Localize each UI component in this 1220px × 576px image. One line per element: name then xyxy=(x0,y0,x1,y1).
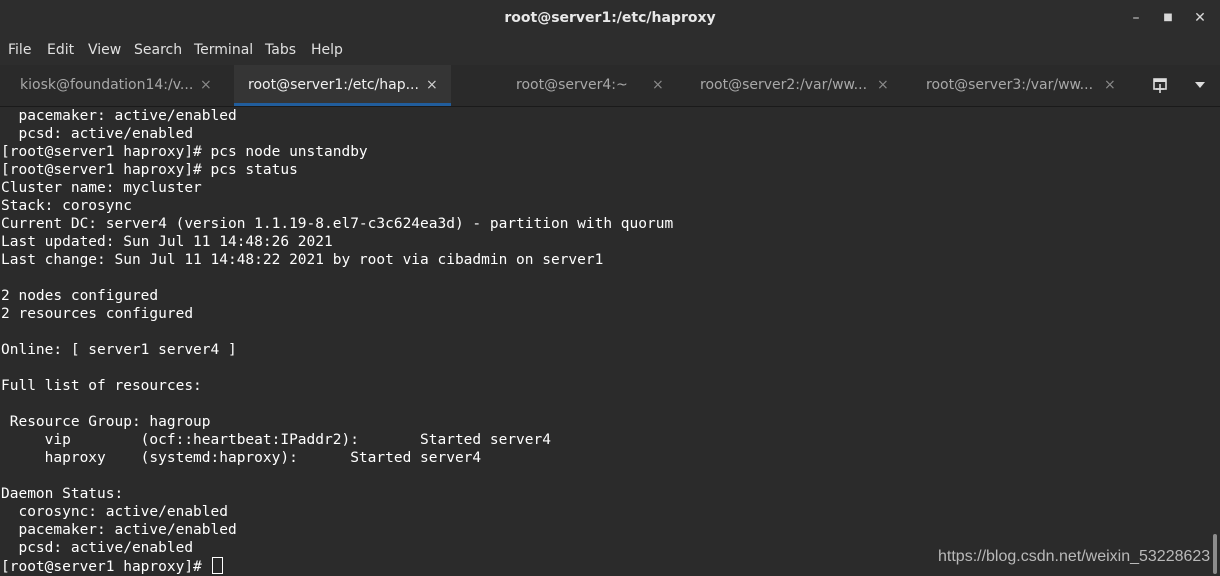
window-title: root@server1:/etc/haproxy xyxy=(504,10,716,26)
terminal-line: Daemon Status: xyxy=(1,486,124,502)
terminal-line: vip (ocf::heartbeat:IPaddr2): Started se… xyxy=(1,432,551,448)
tab-label: root@server3:/var/ww... xyxy=(926,77,1094,93)
terminal-line: pcsd: active/enabled xyxy=(1,540,194,556)
terminal-line: Stack: corosync xyxy=(1,198,132,214)
terminal-line: pacemaker: active/enabled xyxy=(1,522,237,538)
tab-close-icon[interactable]: × xyxy=(877,65,889,106)
tab-root-server2[interactable]: root@server2:/var/ww... × xyxy=(676,65,902,106)
menu-file[interactable]: File xyxy=(7,36,32,65)
terminal-line: corosync: active/enabled xyxy=(1,504,228,520)
chevron-down-icon[interactable] xyxy=(1188,73,1212,97)
terminal-line: Current DC: server4 (version 1.1.19-8.el… xyxy=(1,216,674,232)
tab-label: kiosk@foundation14:/v... xyxy=(20,77,194,93)
terminal-line: [root@server1 haproxy]# pcs status xyxy=(1,162,298,178)
terminal-prompt: [root@server1 haproxy]# xyxy=(1,559,211,575)
window-titlebar: root@server1:/etc/haproxy – ■ ✕ xyxy=(0,0,1220,37)
terminal-line: Resource Group: hagroup xyxy=(1,414,211,430)
terminal-line: haproxy (systemd:haproxy): Started serve… xyxy=(1,450,482,466)
terminal-line: 2 nodes configured xyxy=(1,288,159,304)
terminal-line: Cluster name: mycluster xyxy=(1,180,202,196)
terminal-line: [root@server1 haproxy]# pcs node unstand… xyxy=(1,144,368,160)
terminal-line: Last change: Sun Jul 11 14:48:22 2021 by… xyxy=(1,252,604,268)
menu-edit[interactable]: Edit xyxy=(46,36,75,65)
watermark: https://blog.csdn.net/weixin_53228623 xyxy=(938,548,1211,565)
active-tab-indicator xyxy=(234,103,451,106)
close-icon[interactable]: ✕ xyxy=(1188,6,1212,30)
terminal-scrollbar[interactable] xyxy=(1210,107,1220,576)
terminal-line: Last updated: Sun Jul 11 14:48:26 2021 xyxy=(1,234,333,250)
new-tab-icon[interactable] xyxy=(1148,73,1172,97)
terminal-line: Full list of resources: xyxy=(1,378,202,394)
terminal-prompt-line[interactable]: [root@server1 haproxy]# xyxy=(1,557,223,575)
terminal-output[interactable]: pacemaker: active/enabled pcsd: active/e… xyxy=(0,107,1210,576)
minimize-icon[interactable]: – xyxy=(1124,6,1148,30)
menu-search[interactable]: Search xyxy=(133,36,183,65)
scrollbar-thumb[interactable] xyxy=(1213,534,1217,574)
maximize-icon[interactable]: ■ xyxy=(1156,6,1180,30)
tab-root-server3[interactable]: root@server3:/var/ww... × xyxy=(902,65,1128,106)
menu-terminal[interactable]: Terminal xyxy=(193,36,254,65)
menu-tabs[interactable]: Tabs xyxy=(264,36,297,65)
terminal-line: Online: [ server1 server4 ] xyxy=(1,342,237,358)
tab-label: root@server1:/etc/hap... xyxy=(248,77,419,93)
tab-close-icon[interactable]: × xyxy=(200,65,212,106)
terminal-line: pcsd: active/enabled xyxy=(1,126,194,142)
menu-view[interactable]: View xyxy=(87,36,122,65)
tab-root-server1[interactable]: root@server1:/etc/hap... × xyxy=(234,65,451,106)
tab-close-icon[interactable]: × xyxy=(426,65,438,106)
terminal-cursor xyxy=(211,557,223,574)
menu-bar: File Edit View Search Terminal Tabs Help xyxy=(0,36,1220,65)
tab-label: root@server2:/var/ww... xyxy=(700,77,868,93)
tab-close-icon[interactable]: × xyxy=(1104,65,1116,106)
terminal-line: pacemaker: active/enabled xyxy=(1,108,237,124)
menu-help[interactable]: Help xyxy=(310,36,344,65)
terminal-line: 2 resources configured xyxy=(1,306,194,322)
tab-label: root@server4:~ xyxy=(516,77,628,93)
tab-close-icon[interactable]: × xyxy=(652,65,664,106)
tab-kiosk-foundation14[interactable]: kiosk@foundation14:/v... × xyxy=(0,65,234,106)
tab-bar: kiosk@foundation14:/v... × root@server1:… xyxy=(0,65,1220,107)
tab-root-server4[interactable]: root@server4:~ × xyxy=(451,65,676,106)
